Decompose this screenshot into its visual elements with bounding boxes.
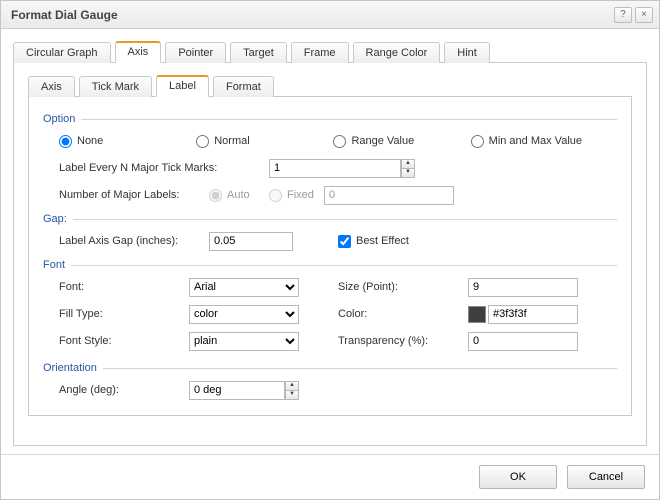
subtab-axis[interactable]: Axis [28, 76, 75, 97]
help-button[interactable]: ? [614, 7, 632, 23]
group-font: Font [43, 259, 617, 271]
best-effect-item[interactable]: Best Effect [338, 235, 409, 248]
titlebar: Format Dial Gauge ? × [1, 1, 659, 29]
spin-down-icon[interactable]: ▼ [401, 168, 415, 178]
window-title: Format Dial Gauge [11, 8, 611, 22]
divider [103, 368, 617, 369]
main-tabstrip: Circular Graph Axis Pointer Target Frame… [13, 39, 647, 63]
radio-min-max-label: Min and Max Value [489, 135, 582, 147]
label-every-row: Label Every N Major Tick Marks: ▲ ▼ [43, 156, 617, 180]
color-swatch[interactable] [468, 306, 486, 323]
gap-input[interactable] [209, 232, 293, 251]
sub-tab-body: Option None Normal Range Value [28, 97, 632, 416]
divider [81, 119, 617, 120]
font-col-right: Size (Point): Color: Transparency (%): [338, 275, 617, 356]
best-effect-checkbox[interactable] [338, 235, 351, 248]
group-orientation-label: Orientation [43, 362, 97, 374]
label-every-input[interactable] [269, 159, 401, 178]
tab-frame[interactable]: Frame [291, 42, 349, 63]
divider [71, 265, 617, 266]
gap-row: Label Axis Gap (inches): Best Effect [43, 229, 617, 253]
font-style-label: Font Style: [59, 335, 189, 347]
tab-circular-graph[interactable]: Circular Graph [13, 42, 111, 63]
group-font-label: Font [43, 259, 65, 271]
num-major-row: Number of Major Labels: Auto Fixed [43, 183, 617, 207]
size-label: Size (Point): [338, 281, 468, 293]
radio-range-value-item[interactable]: Range Value [333, 135, 470, 148]
spinner-buttons[interactable]: ▲ ▼ [285, 381, 299, 400]
radio-range-value-label: Range Value [351, 135, 414, 147]
close-button[interactable]: × [635, 7, 653, 23]
font-select[interactable]: Arial [189, 278, 299, 297]
radio-auto-item[interactable]: Auto [209, 189, 269, 202]
option-radio-row: None Normal Range Value Min and Max Valu… [43, 129, 617, 153]
group-option: Option [43, 113, 617, 125]
radio-fixed-label: Fixed [287, 189, 314, 201]
fill-type-label: Fill Type: [59, 308, 189, 320]
radio-normal[interactable] [196, 135, 209, 148]
label-every-label: Label Every N Major Tick Marks: [59, 162, 269, 174]
angle-spinner[interactable]: ▲ ▼ [189, 381, 299, 400]
tab-target[interactable]: Target [230, 42, 287, 63]
content-area: Circular Graph Axis Pointer Target Frame… [1, 29, 659, 454]
main-tab-body: Axis Tick Mark Label Format Option None [13, 63, 647, 446]
angle-label: Angle (deg): [59, 384, 189, 396]
subtab-label[interactable]: Label [156, 75, 209, 97]
radio-auto-label: Auto [227, 189, 250, 201]
color-label: Color: [338, 308, 468, 320]
cancel-button[interactable]: Cancel [567, 465, 645, 489]
radio-range-value[interactable] [333, 135, 346, 148]
group-gap-label: Gap: [43, 213, 67, 225]
tab-hint[interactable]: Hint [444, 42, 490, 63]
spin-up-icon[interactable]: ▲ [285, 381, 299, 390]
divider [73, 219, 617, 220]
color-input[interactable] [488, 305, 578, 324]
transparency-label: Transparency (%): [338, 335, 468, 347]
gap-label: Label Axis Gap (inches): [59, 235, 209, 247]
group-gap: Gap: [43, 213, 617, 225]
spin-down-icon[interactable]: ▼ [285, 390, 299, 400]
radio-normal-item[interactable]: Normal [196, 135, 333, 148]
radio-min-max[interactable] [471, 135, 484, 148]
font-columns: Font: Arial Fill Type: color [43, 275, 617, 356]
orientation-row: Angle (deg): ▲ ▼ [43, 378, 617, 402]
size-input[interactable] [468, 278, 578, 297]
dialog-footer: OK Cancel [1, 454, 659, 499]
radio-normal-label: Normal [214, 135, 249, 147]
subtab-format[interactable]: Format [213, 76, 274, 97]
group-option-label: Option [43, 113, 75, 125]
spinner-buttons[interactable]: ▲ ▼ [401, 159, 415, 178]
best-effect-label: Best Effect [356, 235, 409, 247]
sub-tabstrip: Axis Tick Mark Label Format [28, 73, 632, 97]
angle-input[interactable] [189, 381, 285, 400]
fixed-value-input[interactable] [324, 186, 454, 205]
radio-fixed-item[interactable]: Fixed [269, 189, 324, 202]
tab-range-color[interactable]: Range Color [353, 42, 441, 63]
label-every-spinner[interactable]: ▲ ▼ [269, 159, 415, 178]
radio-none-label: None [77, 135, 103, 147]
ok-button[interactable]: OK [479, 465, 557, 489]
tab-pointer[interactable]: Pointer [165, 42, 226, 63]
fill-type-select[interactable]: color [189, 305, 299, 324]
radio-auto[interactable] [209, 189, 222, 202]
radio-min-max-item[interactable]: Min and Max Value [471, 135, 617, 148]
font-style-select[interactable]: plain [189, 332, 299, 351]
font-label: Font: [59, 281, 189, 293]
dialog-window: Format Dial Gauge ? × Circular Graph Axi… [0, 0, 660, 500]
group-orientation: Orientation [43, 362, 617, 374]
radio-none[interactable] [59, 135, 72, 148]
radio-fixed[interactable] [269, 189, 282, 202]
spin-up-icon[interactable]: ▲ [401, 159, 415, 168]
num-major-label: Number of Major Labels: [59, 189, 209, 201]
tab-axis[interactable]: Axis [115, 41, 162, 63]
transparency-input[interactable] [468, 332, 578, 351]
radio-none-item[interactable]: None [59, 135, 196, 148]
font-col-left: Font: Arial Fill Type: color [59, 275, 338, 356]
subtab-tick-mark[interactable]: Tick Mark [79, 76, 152, 97]
